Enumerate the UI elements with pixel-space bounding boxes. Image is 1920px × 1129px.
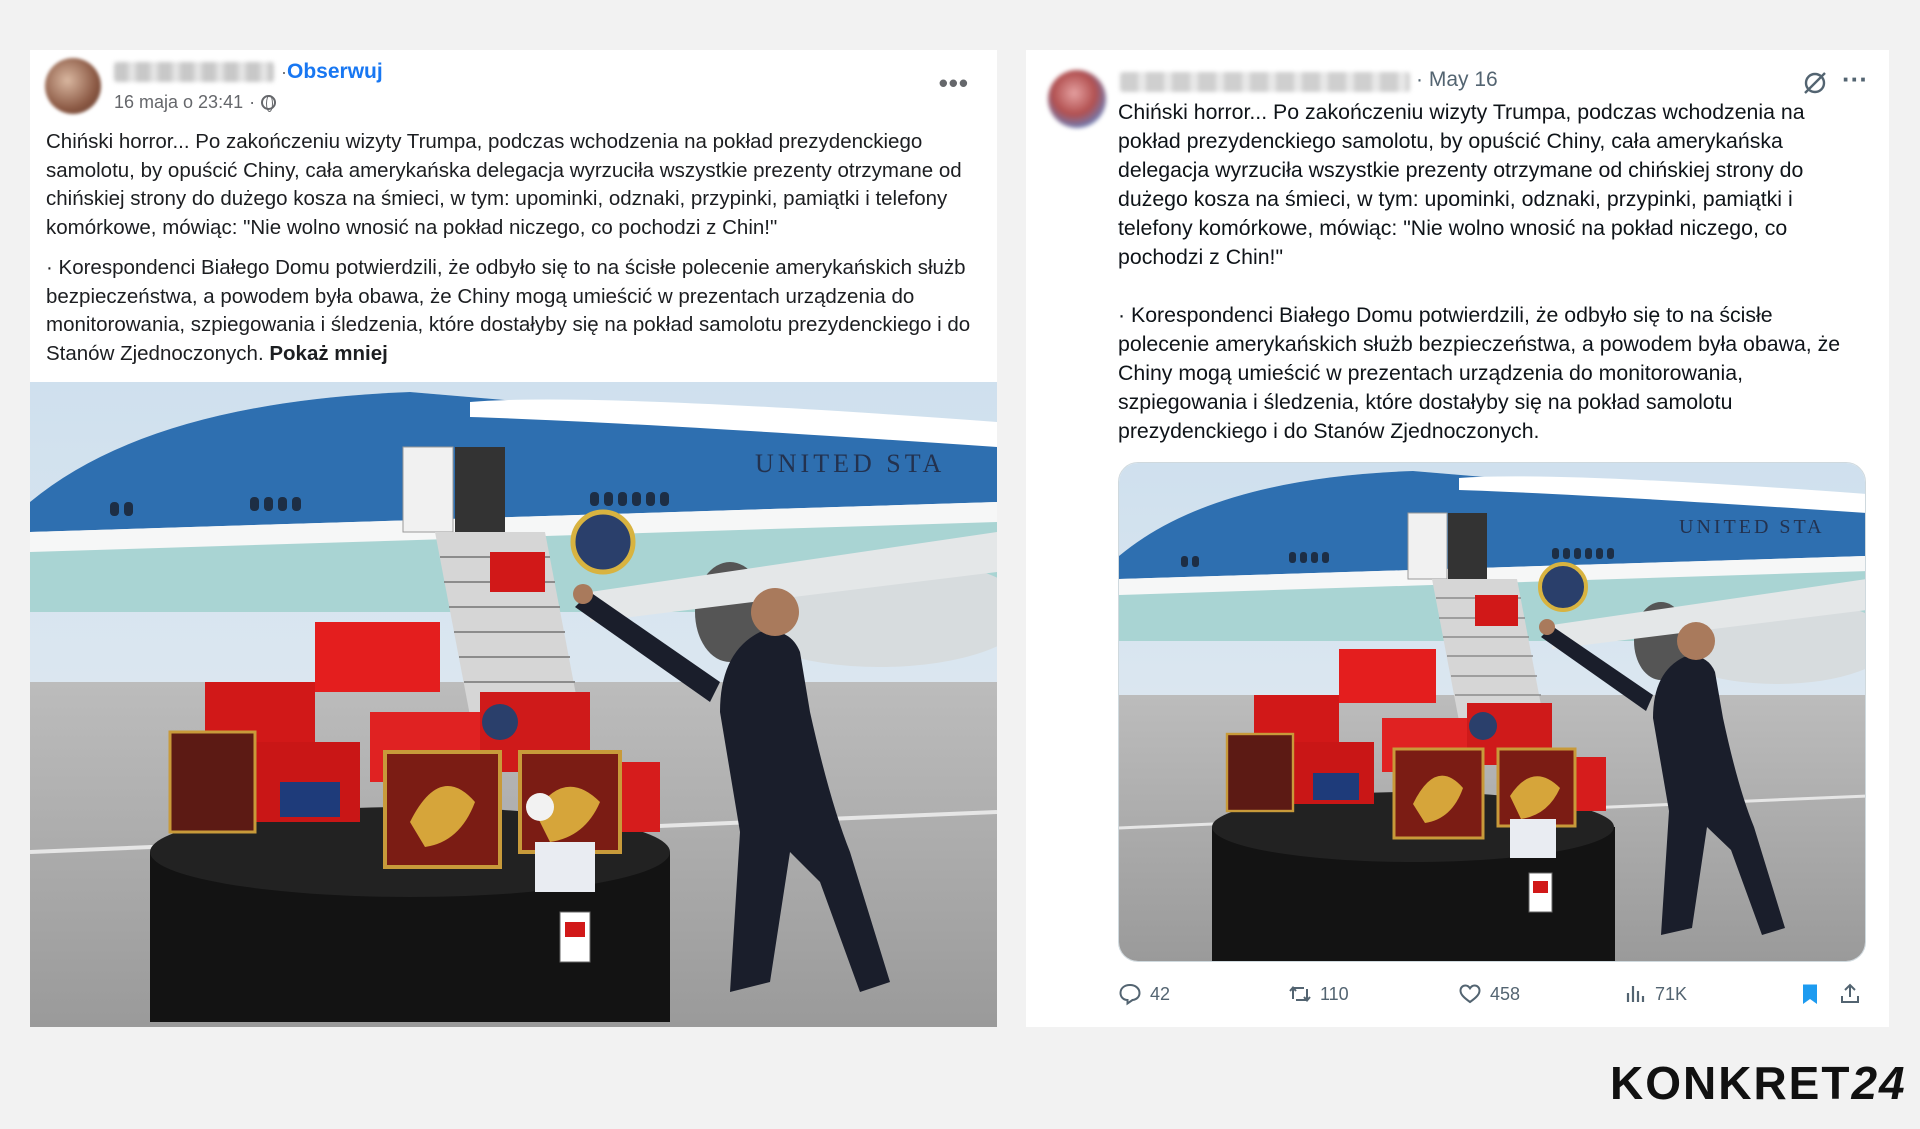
more-options-button[interactable]: ••• [939, 68, 969, 99]
blurred-author-name[interactable] [114, 62, 274, 82]
follow-button[interactable]: Obserwuj [287, 60, 383, 84]
views-button[interactable]: 71K [1623, 982, 1687, 1006]
repost-count: 110 [1320, 983, 1349, 1004]
separator-dot: · [249, 92, 256, 112]
post-date-text[interactable]: 16 maja o 23:41 [114, 92, 243, 113]
facebook-post: · Obserwuj 16 maja o 23:41 · ••• Chiński… [30, 50, 997, 1027]
post-paragraph-1: Chiński horror... Po zakończeniu wizyty … [1118, 100, 1805, 269]
post-text: Chiński horror... Po zakończeniu wizyty … [46, 128, 986, 380]
photo-air-force-one-gifts: UNITED STA [30, 382, 997, 1027]
post-paragraph-2: · Korespondenci Białego Domu potwierdzil… [46, 254, 986, 368]
post-photo[interactable]: UNITED STA [1118, 462, 1866, 962]
post-paragraph-2: · Korespondenci Białego Domu potwierdzil… [1118, 303, 1841, 443]
photo-air-force-one-gifts: UNITED STA [1119, 463, 1865, 961]
konkret24-logo: KONKRET24 [1610, 1056, 1907, 1110]
avatar[interactable] [1048, 70, 1106, 128]
heart-icon [1459, 984, 1481, 1004]
repost-button[interactable]: 110 [1288, 982, 1349, 1006]
x-post: · May 16 ··· Chiński horror... Po zakońc… [1026, 50, 1889, 1027]
repost-icon [1289, 985, 1311, 1003]
like-button[interactable]: 458 [1458, 982, 1520, 1006]
more-options-button[interactable]: ··· [1842, 64, 1868, 95]
reply-count: 42 [1150, 983, 1171, 1004]
share-button[interactable] [1838, 982, 1862, 1006]
bookmark-button[interactable] [1798, 982, 1822, 1006]
like-count: 458 [1490, 983, 1521, 1004]
reply-button[interactable]: 42 [1118, 982, 1170, 1006]
blurred-author-name[interactable] [1120, 72, 1410, 92]
post-date[interactable]: 16 maja o 23:41 · [114, 92, 277, 113]
post-text: Chiński horror... Po zakończeniu wizyty … [1118, 98, 1868, 475]
post-paragraph-1: Chiński horror... Po zakończeniu wizyty … [46, 130, 962, 239]
views-count: 71K [1655, 983, 1688, 1004]
reply-icon [1119, 983, 1141, 1006]
avatar[interactable] [45, 58, 101, 114]
photo-text: UNITED STA [1679, 516, 1825, 538]
bookmark-icon [1803, 984, 1817, 1004]
post-actions: 42 110 458 71K [1118, 982, 1866, 1014]
facebook-post-header: · Obserwuj 16 maja o 23:41 · ••• [30, 50, 997, 120]
post-date[interactable]: · May 16 [1416, 68, 1498, 92]
logo-number: 24 [1851, 1057, 1907, 1109]
show-less-link[interactable]: Pokaż mniej [269, 342, 388, 365]
logo-text: KONKRET [1610, 1057, 1852, 1109]
photo-text: UNITED STA [755, 449, 945, 478]
post-photo[interactable]: UNITED STA [30, 382, 997, 1027]
grok-icon[interactable] [1802, 70, 1828, 96]
share-icon [1841, 983, 1859, 1003]
globe-icon [261, 95, 277, 112]
views-icon [1626, 986, 1645, 1002]
post-paragraph-2-text: · Korespondenci Białego Domu potwierdzil… [46, 256, 971, 365]
